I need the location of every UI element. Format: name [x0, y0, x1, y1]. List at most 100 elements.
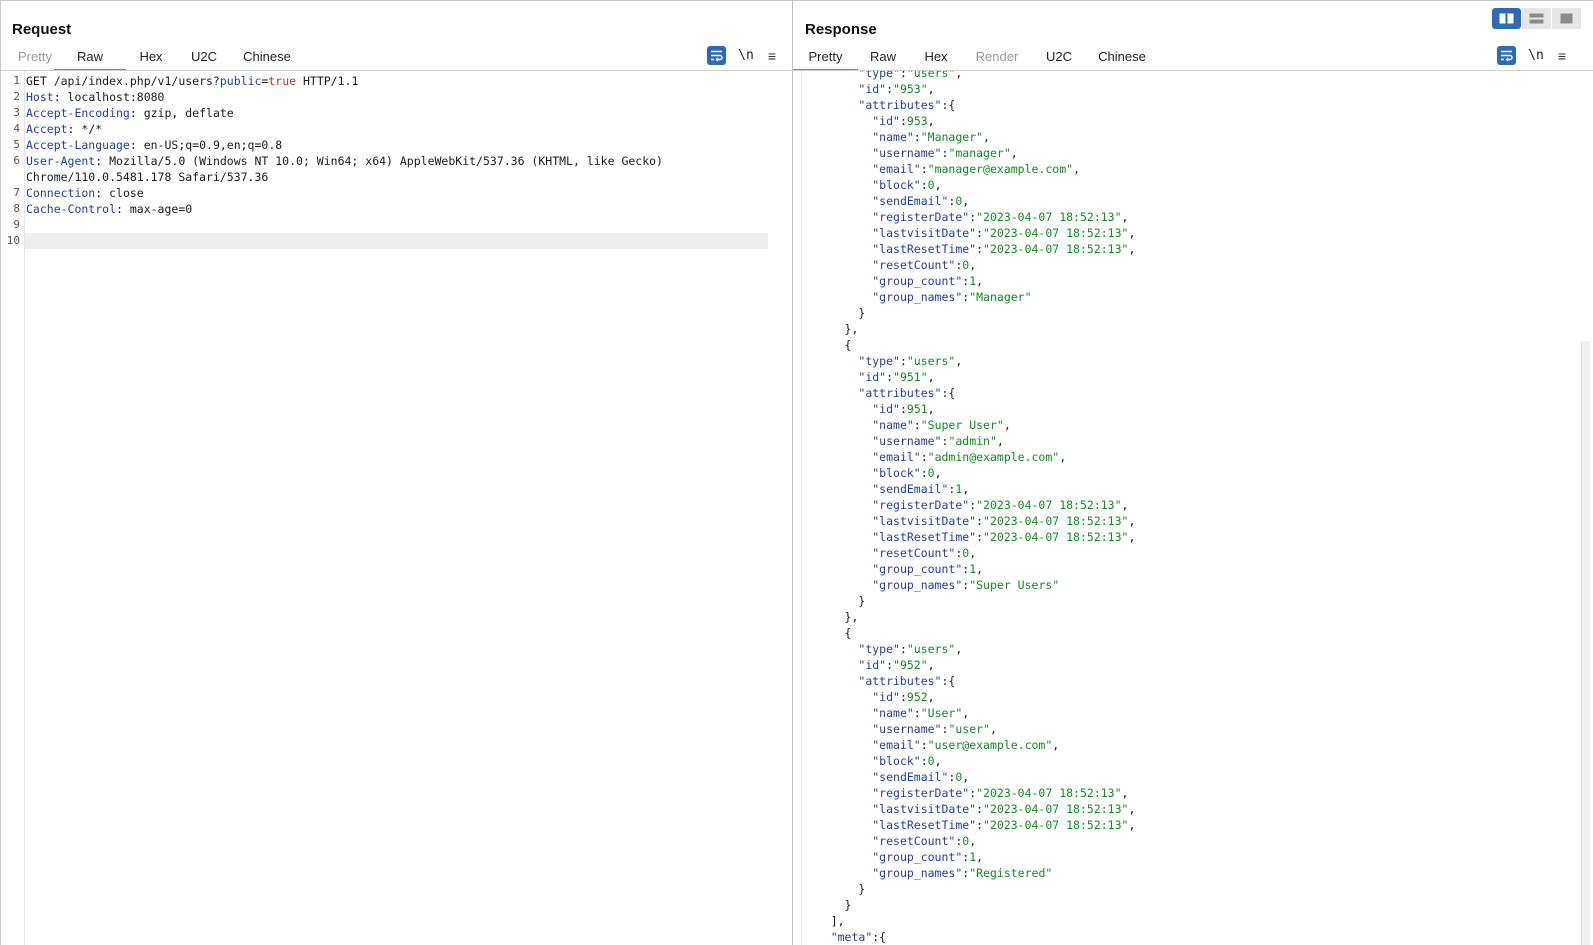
line-text: "attributes":{ [803, 385, 955, 401]
response-tab-render[interactable]: Render [964, 47, 1030, 67]
token: "group_count" [872, 562, 963, 576]
token: , [1121, 786, 1129, 800]
response-line: "lastResetTime":"2023-04-07 18:52:13", [803, 241, 1593, 257]
response-line: { [803, 625, 1593, 641]
line-text: "meta":{ [803, 929, 886, 945]
response-line: "name":"User", [803, 705, 1593, 721]
token: : [899, 402, 907, 416]
line-text: Accept-Language: en-US;q=0.9,en;q=0.8 [26, 137, 282, 153]
token: "username" [872, 722, 942, 736]
token: , [934, 466, 942, 480]
request-editor[interactable]: 1 GET /api/index.php/v1/users?public=true… [1, 71, 792, 945]
response-line: "lastvisitDate":"2023-04-07 18:52:13", [803, 225, 1593, 241]
token: , [989, 722, 997, 736]
token: "user" [948, 722, 990, 736]
line-number: 3 [13, 106, 20, 119]
token: "users" [906, 354, 956, 368]
token: , [1052, 738, 1060, 752]
response-line: }, [803, 321, 1593, 337]
word-wrap-button[interactable] [1497, 46, 1517, 65]
token: "2023-04-07 18:52:13" [983, 514, 1129, 528]
response-tab-raw[interactable]: Raw [858, 47, 908, 67]
token: { [844, 338, 852, 352]
token: , [1121, 498, 1129, 512]
line-text: "sendEmail":0, [803, 193, 969, 209]
response-editor[interactable]: "type":"users", "id":"953", "attributes"… [793, 71, 1593, 945]
line-text: "block":0, [803, 177, 941, 193]
line-text: User-Agent: Mozilla/5.0 (Windows NT 10.0… [26, 153, 663, 169]
token: : [920, 466, 928, 480]
response-line: "resetCount":0, [803, 257, 1593, 273]
request-tab-pretty[interactable]: Pretty [16, 47, 54, 67]
token: , [1128, 802, 1136, 816]
layout-split-columns-button[interactable] [1492, 8, 1521, 29]
line-text: "email":"admin@example.com", [803, 449, 1066, 465]
request-tab-u2c[interactable]: U2C [176, 47, 232, 67]
request-tab-chinese[interactable]: Chinese [232, 47, 302, 67]
token: "group_names" [872, 578, 963, 592]
response-scrollbar[interactable] [1581, 341, 1590, 945]
show-newlines-button[interactable]: \n [738, 48, 754, 63]
line-text: "name":"User", [803, 705, 969, 721]
response-line: }, [803, 609, 1593, 625]
token: , [927, 402, 935, 416]
token: , [962, 706, 970, 720]
response-tab-hex[interactable]: Hex [908, 47, 964, 67]
layout-single-pane-button[interactable] [1552, 8, 1581, 29]
response-tab-chinese[interactable]: Chinese [1088, 47, 1156, 67]
response-line: "attributes":{ [803, 385, 1593, 401]
response-line: "group_names":"Registered" [803, 865, 1593, 881]
token: "lastvisitDate" [872, 802, 977, 816]
line-number: 10 [6, 234, 20, 247]
request-tab-hex[interactable]: Hex [126, 47, 176, 67]
split-rows-icon [1529, 13, 1544, 24]
response-tab-pretty[interactable]: Pretty [793, 47, 858, 71]
single-pane-icon [1560, 13, 1573, 24]
token: "users" [906, 642, 956, 656]
line-text: "registerDate":"2023-04-07 18:52:13", [803, 497, 1128, 513]
line-text: "type":"users", [803, 353, 962, 369]
token: , [955, 354, 963, 368]
token: , [1128, 818, 1136, 832]
token: : [920, 450, 928, 464]
menu-icon[interactable]: ≡ [768, 48, 776, 64]
token: "id" [872, 114, 900, 128]
line-number: 9 [13, 218, 20, 231]
token: "name" [872, 130, 914, 144]
response-tab-u2c[interactable]: U2C [1030, 47, 1088, 67]
response-line: "type":"users", [803, 641, 1593, 657]
token: Cache-Control [26, 202, 117, 216]
response-line: } [803, 897, 1593, 913]
response-line: "resetCount":0, [803, 833, 1593, 849]
token: , [969, 258, 977, 272]
token: "2023-04-07 18:52:13" [983, 530, 1129, 544]
token: , [962, 482, 970, 496]
response-line: "group_count":1, [803, 561, 1593, 577]
response-line: } [803, 305, 1593, 321]
show-newlines-button[interactable]: \n [1528, 48, 1544, 63]
response-line: "registerDate":"2023-04-07 18:52:13", [803, 209, 1593, 225]
line-text: GET /api/index.php/v1/users?public=true … [26, 73, 358, 89]
line-text: "email":"user@example.com", [803, 737, 1059, 753]
word-wrap-button[interactable] [707, 46, 727, 65]
response-line: "username":"manager", [803, 145, 1593, 161]
request-tab-raw[interactable]: Raw [54, 47, 126, 71]
layout-split-rows-button[interactable] [1522, 8, 1551, 29]
token: , [1128, 226, 1136, 240]
token: , [1121, 210, 1129, 224]
request-tabs: Pretty Raw Hex U2C Chinese [16, 47, 302, 71]
token: "type" [858, 71, 900, 80]
token: "group_names" [872, 290, 963, 304]
menu-icon[interactable]: ≡ [1558, 48, 1566, 64]
token: "group_count" [872, 850, 963, 864]
